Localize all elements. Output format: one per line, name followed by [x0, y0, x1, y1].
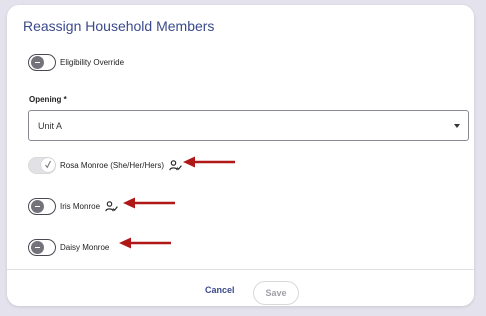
member-toggle-daisy[interactable] [28, 238, 56, 256]
opening-selected-value: Unit A [38, 121, 63, 131]
member-row-iris: Iris Monroe [28, 197, 118, 215]
screen: Reassign Household Members Eligibility O… [0, 0, 486, 316]
person-check-icon [105, 200, 118, 211]
opening-label: Opening * [29, 95, 67, 104]
eligibility-override-toggle[interactable] [28, 53, 56, 71]
toggle-knob [31, 240, 44, 254]
opening-select[interactable]: Unit A [28, 110, 469, 141]
check-icon [45, 160, 51, 168]
annotation-arrow-icon [123, 197, 175, 209]
member-toggle-rosa[interactable] [28, 156, 56, 174]
member-row-daisy: Daisy Monroe [28, 238, 109, 256]
toggle-knob [31, 55, 44, 69]
member-label-iris: Iris Monroe [60, 201, 101, 211]
annotation-arrow-icon [119, 237, 171, 249]
cancel-button[interactable]: Cancel [205, 285, 235, 295]
member-toggle-iris[interactable] [28, 197, 56, 215]
dialog-title: Reassign Household Members [23, 18, 215, 34]
member-label-daisy: Daisy Monroe [60, 242, 110, 252]
toggle-knob [31, 199, 44, 213]
eligibility-override-label: Eligibility Override [60, 57, 125, 67]
member-row-rosa: Rosa Monroe (She/Her/Hers) [28, 156, 182, 174]
footer-divider [7, 269, 474, 270]
annotation-arrow-icon [183, 156, 235, 168]
member-label-rosa: Rosa Monroe (She/Her/Hers) [60, 160, 165, 170]
dropdown-caret-icon [454, 124, 460, 128]
person-check-icon [169, 159, 182, 170]
eligibility-override-row: Eligibility Override [28, 53, 124, 71]
reassign-household-dialog: Reassign Household Members Eligibility O… [7, 5, 474, 306]
save-button[interactable]: Save [253, 281, 299, 305]
